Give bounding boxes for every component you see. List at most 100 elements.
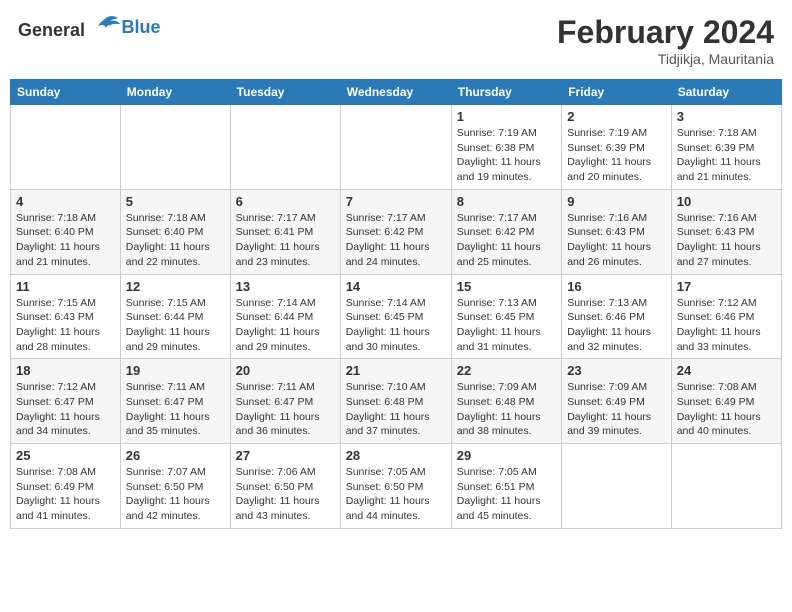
day-info: Sunrise: 7:10 AMSunset: 6:48 PMDaylight:… <box>346 380 446 439</box>
day-number: 10 <box>677 194 776 209</box>
calendar-cell: 6 Sunrise: 7:17 AMSunset: 6:41 PMDaylight… <box>230 189 340 274</box>
weekday-header-thursday: Thursday <box>451 80 561 105</box>
day-info: Sunrise: 7:11 AMSunset: 6:47 PMDaylight:… <box>126 380 225 439</box>
day-info: Sunrise: 7:15 AMSunset: 6:43 PMDaylight:… <box>16 296 115 355</box>
day-info: Sunrise: 7:08 AMSunset: 6:49 PMDaylight:… <box>16 465 115 524</box>
calendar-cell: 18Sunrise: 7:12 AMSunset: 6:47 PMDayligh… <box>11 359 121 444</box>
day-number: 13 <box>236 279 335 294</box>
day-info: Sunrise: 7:19 AMSunset: 6:39 PMDaylight:… <box>567 126 666 185</box>
logo-general: General <box>18 20 85 40</box>
weekday-header-monday: Monday <box>120 80 230 105</box>
day-number: 23 <box>567 363 666 378</box>
calendar-cell: 24 Sunrise: 7:08 AMSunset: 6:49 PMDayligh… <box>671 359 781 444</box>
calendar-cell: 8 Sunrise: 7:17 AMSunset: 6:42 PMDaylight… <box>451 189 561 274</box>
day-info: Sunrise: 7:08 AMSunset: 6:49 PMDaylight:… <box>677 380 776 439</box>
calendar-cell: 5 Sunrise: 7:18 AMSunset: 6:40 PMDaylight… <box>120 189 230 274</box>
calendar-cell: 13 Sunrise: 7:14 AMSunset: 6:44 PMDayligh… <box>230 274 340 359</box>
day-info: Sunrise: 7:05 AMSunset: 6:50 PMDaylight:… <box>346 465 446 524</box>
day-info: Sunrise: 7:09 AMSunset: 6:48 PMDaylight:… <box>457 380 556 439</box>
day-number: 2 <box>567 109 666 124</box>
day-info: Sunrise: 7:13 AMSunset: 6:46 PMDaylight:… <box>567 296 666 355</box>
day-number: 22 <box>457 363 556 378</box>
week-row-0: 1Sunrise: 7:19 AMSunset: 6:38 PMDaylight… <box>11 105 782 190</box>
day-number: 9 <box>567 194 666 209</box>
day-info: Sunrise: 7:15 AMSunset: 6:44 PMDaylight:… <box>126 296 225 355</box>
weekday-header-saturday: Saturday <box>671 80 781 105</box>
calendar-cell <box>671 444 781 529</box>
calendar-cell: 2 Sunrise: 7:19 AMSunset: 6:39 PMDaylight… <box>562 105 672 190</box>
day-number: 20 <box>236 363 335 378</box>
calendar-cell: 3 Sunrise: 7:18 AMSunset: 6:39 PMDaylight… <box>671 105 781 190</box>
calendar-cell: 11Sunrise: 7:15 AMSunset: 6:43 PMDayligh… <box>11 274 121 359</box>
weekday-header-wednesday: Wednesday <box>340 80 451 105</box>
calendar-cell: 17 Sunrise: 7:12 AMSunset: 6:46 PMDayligh… <box>671 274 781 359</box>
header: General Blue February 2024 Tidjikja, Mau… <box>10 10 782 71</box>
logo: General Blue <box>18 14 161 41</box>
day-number: 5 <box>126 194 225 209</box>
calendar-cell: 20 Sunrise: 7:11 AMSunset: 6:47 PMDayligh… <box>230 359 340 444</box>
calendar-cell <box>120 105 230 190</box>
day-info: Sunrise: 7:12 AMSunset: 6:46 PMDaylight:… <box>677 296 776 355</box>
calendar: SundayMondayTuesdayWednesdayThursdayFrid… <box>10 79 782 529</box>
day-info: Sunrise: 7:17 AMSunset: 6:41 PMDaylight:… <box>236 211 335 270</box>
location: Tidjikja, Mauritania <box>557 51 774 67</box>
calendar-cell <box>230 105 340 190</box>
calendar-cell: 21 Sunrise: 7:10 AMSunset: 6:48 PMDayligh… <box>340 359 451 444</box>
calendar-cell: 12Sunrise: 7:15 AMSunset: 6:44 PMDayligh… <box>120 274 230 359</box>
calendar-cell: 29 Sunrise: 7:05 AMSunset: 6:51 PMDayligh… <box>451 444 561 529</box>
day-number: 15 <box>457 279 556 294</box>
day-info: Sunrise: 7:17 AMSunset: 6:42 PMDaylight:… <box>346 211 446 270</box>
weekday-header-tuesday: Tuesday <box>230 80 340 105</box>
calendar-cell: 22 Sunrise: 7:09 AMSunset: 6:48 PMDayligh… <box>451 359 561 444</box>
week-row-3: 18Sunrise: 7:12 AMSunset: 6:47 PMDayligh… <box>11 359 782 444</box>
day-number: 25 <box>16 448 115 463</box>
day-number: 27 <box>236 448 335 463</box>
week-row-2: 11Sunrise: 7:15 AMSunset: 6:43 PMDayligh… <box>11 274 782 359</box>
logo-bird-icon <box>92 14 120 36</box>
day-info: Sunrise: 7:18 AMSunset: 6:40 PMDaylight:… <box>126 211 225 270</box>
day-number: 7 <box>346 194 446 209</box>
day-number: 19 <box>126 363 225 378</box>
day-info: Sunrise: 7:18 AMSunset: 6:39 PMDaylight:… <box>677 126 776 185</box>
day-number: 6 <box>236 194 335 209</box>
calendar-cell: 25 Sunrise: 7:08 AMSunset: 6:49 PMDayligh… <box>11 444 121 529</box>
calendar-cell: 19 Sunrise: 7:11 AMSunset: 6:47 PMDayligh… <box>120 359 230 444</box>
calendar-cell: 7 Sunrise: 7:17 AMSunset: 6:42 PMDaylight… <box>340 189 451 274</box>
day-info: Sunrise: 7:06 AMSunset: 6:50 PMDaylight:… <box>236 465 335 524</box>
calendar-cell <box>340 105 451 190</box>
day-info: Sunrise: 7:16 AMSunset: 6:43 PMDaylight:… <box>677 211 776 270</box>
calendar-cell: 9Sunrise: 7:16 AMSunset: 6:43 PMDaylight… <box>562 189 672 274</box>
calendar-cell: 10 Sunrise: 7:16 AMSunset: 6:43 PMDayligh… <box>671 189 781 274</box>
week-row-1: 4 Sunrise: 7:18 AMSunset: 6:40 PMDaylight… <box>11 189 782 274</box>
logo-blue: Blue <box>122 17 161 38</box>
day-number: 28 <box>346 448 446 463</box>
day-info: Sunrise: 7:19 AMSunset: 6:38 PMDaylight:… <box>457 126 556 185</box>
day-number: 24 <box>677 363 776 378</box>
day-number: 3 <box>677 109 776 124</box>
calendar-cell: 23Sunrise: 7:09 AMSunset: 6:49 PMDayligh… <box>562 359 672 444</box>
day-info: Sunrise: 7:14 AMSunset: 6:44 PMDaylight:… <box>236 296 335 355</box>
calendar-cell: 27 Sunrise: 7:06 AMSunset: 6:50 PMDayligh… <box>230 444 340 529</box>
weekday-header-friday: Friday <box>562 80 672 105</box>
calendar-cell <box>562 444 672 529</box>
day-number: 17 <box>677 279 776 294</box>
calendar-cell <box>11 105 121 190</box>
day-info: Sunrise: 7:05 AMSunset: 6:51 PMDaylight:… <box>457 465 556 524</box>
day-info: Sunrise: 7:07 AMSunset: 6:50 PMDaylight:… <box>126 465 225 524</box>
month-year: February 2024 <box>557 14 774 51</box>
day-number: 29 <box>457 448 556 463</box>
calendar-cell: 16Sunrise: 7:13 AMSunset: 6:46 PMDayligh… <box>562 274 672 359</box>
calendar-cell: 15 Sunrise: 7:13 AMSunset: 6:45 PMDayligh… <box>451 274 561 359</box>
day-info: Sunrise: 7:18 AMSunset: 6:40 PMDaylight:… <box>16 211 115 270</box>
weekday-header-row: SundayMondayTuesdayWednesdayThursdayFrid… <box>11 80 782 105</box>
day-info: Sunrise: 7:12 AMSunset: 6:47 PMDaylight:… <box>16 380 115 439</box>
calendar-cell: 14Sunrise: 7:14 AMSunset: 6:45 PMDayligh… <box>340 274 451 359</box>
calendar-cell: 1Sunrise: 7:19 AMSunset: 6:38 PMDaylight… <box>451 105 561 190</box>
day-info: Sunrise: 7:17 AMSunset: 6:42 PMDaylight:… <box>457 211 556 270</box>
day-number: 8 <box>457 194 556 209</box>
day-info: Sunrise: 7:13 AMSunset: 6:45 PMDaylight:… <box>457 296 556 355</box>
day-number: 26 <box>126 448 225 463</box>
day-number: 4 <box>16 194 115 209</box>
day-number: 21 <box>346 363 446 378</box>
day-info: Sunrise: 7:11 AMSunset: 6:47 PMDaylight:… <box>236 380 335 439</box>
